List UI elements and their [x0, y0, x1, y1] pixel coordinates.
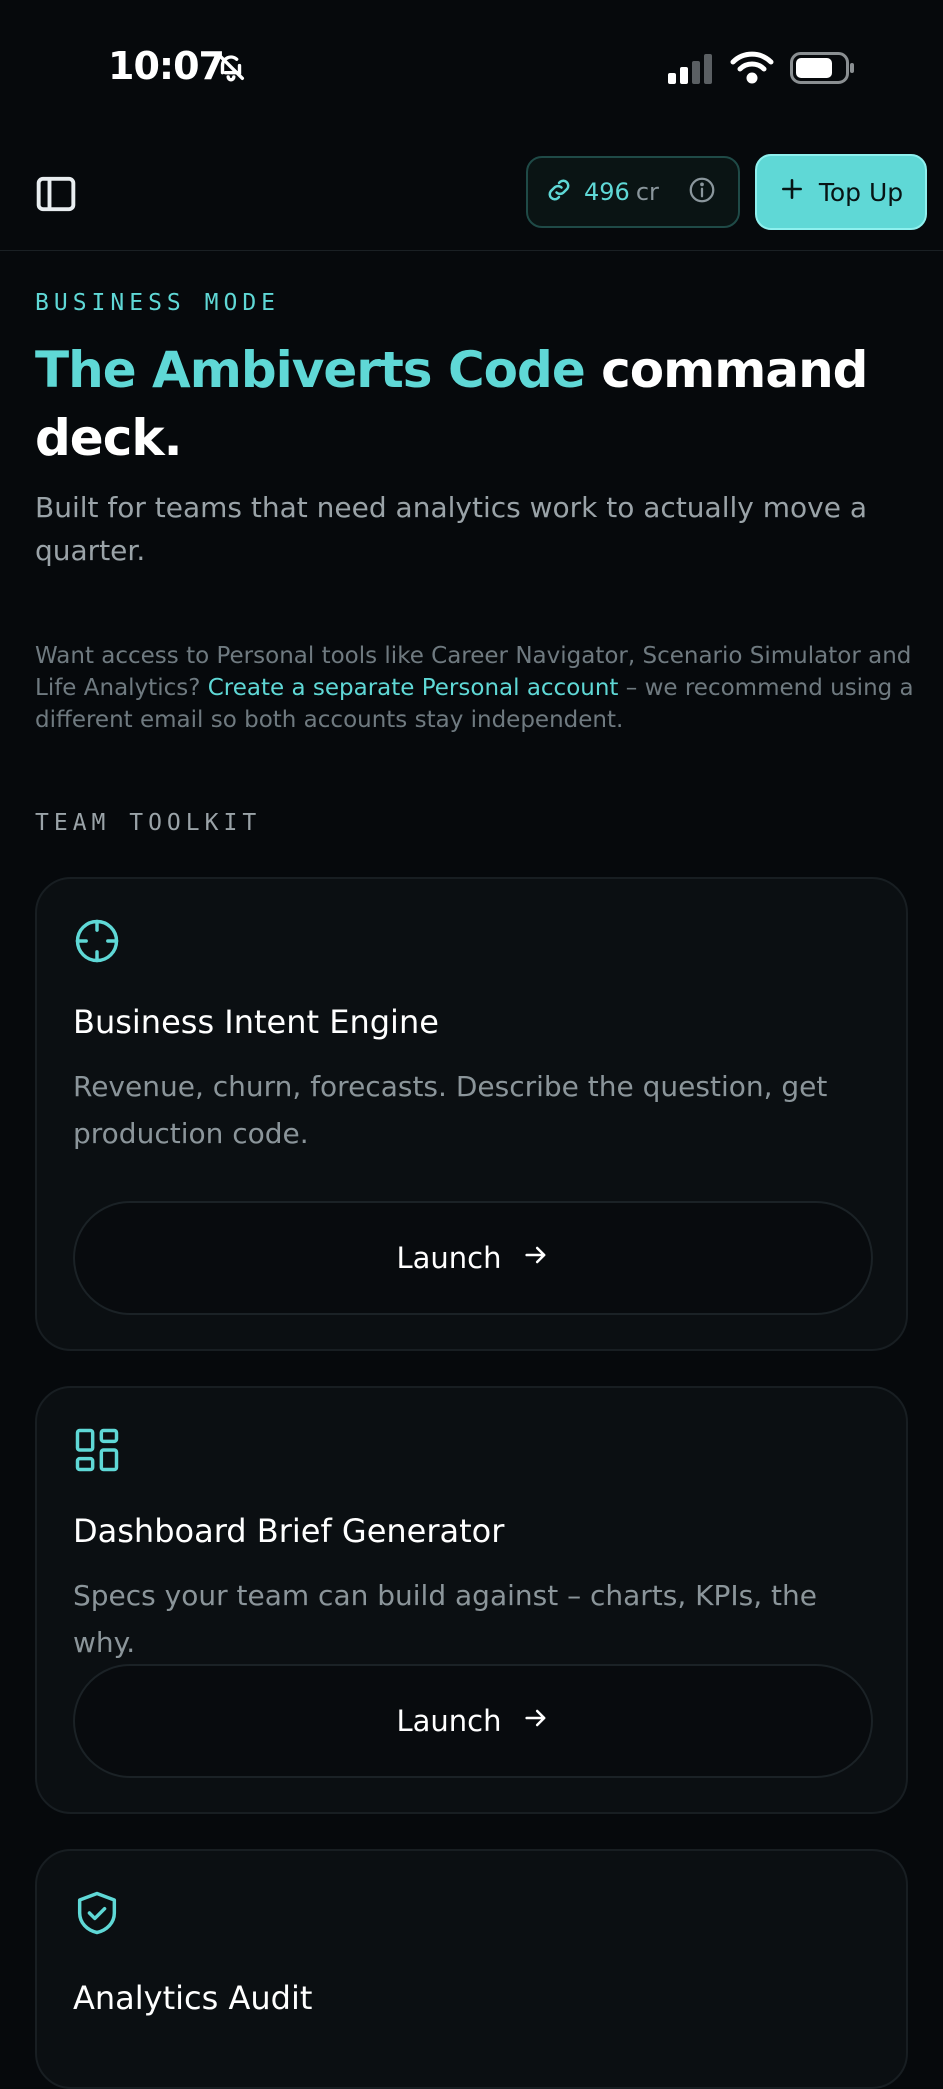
- launch-button[interactable]: Launch: [73, 1201, 873, 1315]
- launch-label: Launch: [396, 1241, 502, 1275]
- crosshair-icon: [71, 915, 123, 971]
- plus-icon: [779, 176, 805, 208]
- dashboard-grid-icon: [71, 1424, 123, 1480]
- sidebar-toggle-button[interactable]: [30, 168, 82, 220]
- header-divider: [0, 250, 943, 251]
- credits-unit: cr: [635, 178, 659, 206]
- card-title: Analytics Audit: [73, 1979, 313, 2017]
- launch-label: Launch: [396, 1704, 502, 1738]
- shield-check-icon: [71, 1887, 123, 1943]
- status-time: 10:07: [108, 44, 225, 88]
- sidebar-icon: [36, 176, 76, 212]
- tool-card-business-intent-engine: Business Intent Engine Revenue, churn, f…: [35, 877, 908, 1351]
- credits-indicator[interactable]: 496 cr: [526, 156, 740, 228]
- page-subtitle: Built for teams that need analytics work…: [35, 491, 868, 567]
- card-title: Dashboard Brief Generator: [73, 1512, 505, 1550]
- arrow-right-icon: [522, 1241, 550, 1276]
- page-title-accent: The Ambiverts Code: [35, 341, 586, 399]
- credits-value: 496: [584, 178, 630, 206]
- top-up-label: Top Up: [818, 177, 904, 207]
- page-title: The Ambiverts Code command deck.: [35, 336, 895, 472]
- mode-eyebrow: BUSINESS MODE: [35, 290, 281, 316]
- top-up-button[interactable]: Top Up: [755, 154, 927, 230]
- bell-muted-icon: [214, 50, 248, 88]
- launch-button[interactable]: Launch: [73, 1664, 873, 1778]
- card-description: Revenue, churn, forecasts. Describe the …: [73, 1070, 828, 1150]
- section-label-team-toolkit: TEAM TOOLKIT: [35, 810, 262, 836]
- personal-account-note: Want access to Personal tools like Caree…: [35, 640, 915, 736]
- arrow-right-icon: [522, 1704, 550, 1739]
- battery-icon: [790, 52, 856, 88]
- card-title: Business Intent Engine: [73, 1003, 439, 1041]
- wifi-icon: [730, 50, 774, 88]
- cellular-signal-icon: [668, 54, 716, 88]
- tool-card-dashboard-brief-generator: Dashboard Brief Generator Specs your tea…: [35, 1386, 908, 1814]
- info-icon[interactable]: [687, 175, 717, 209]
- card-description: Specs your team can build against – char…: [73, 1579, 818, 1659]
- link-icon: [544, 175, 574, 209]
- create-personal-account-link[interactable]: Create a separate Personal account: [208, 675, 619, 701]
- tool-card-analytics-audit: Analytics Audit: [35, 1849, 908, 2089]
